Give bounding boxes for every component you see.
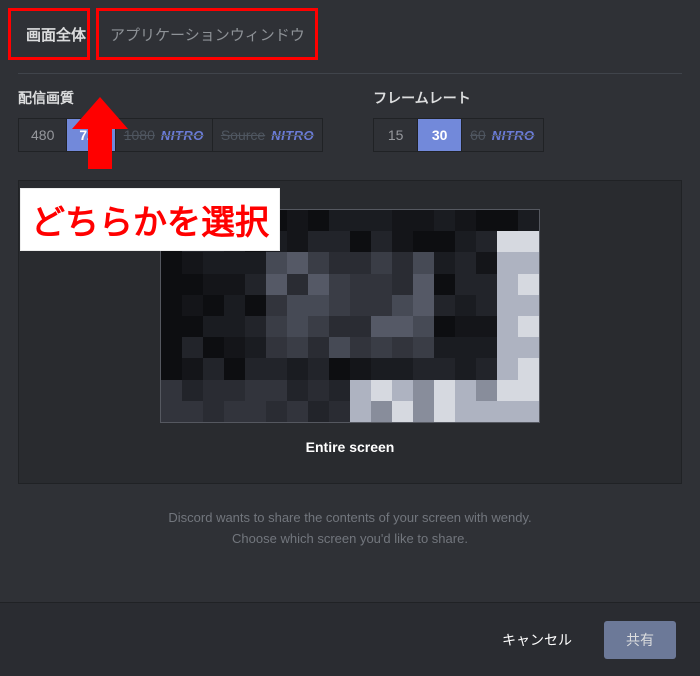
preview-area: Entire screen — [18, 180, 682, 484]
tab-entire-screen[interactable]: 画面全体 — [18, 18, 94, 51]
preview-caption: Entire screen — [79, 439, 621, 455]
nitro-badge-icon: NITRO — [271, 128, 314, 143]
fps-60-nitro[interactable]: 60 NITRO — [462, 119, 543, 151]
quality-label: 配信画質 — [18, 88, 323, 108]
quality-source-nitro[interactable]: Source NITRO — [213, 119, 322, 151]
fps-30[interactable]: 30 — [418, 119, 462, 151]
source-tabs: 画面全体 アプリケーションウィンドウ — [18, 18, 682, 51]
quality-1080-nitro[interactable]: 1080 NITRO — [116, 119, 213, 151]
quality-480[interactable]: 480 — [19, 119, 67, 151]
footer: キャンセル 共有 — [0, 602, 700, 676]
quality-source-text: Source — [221, 127, 265, 143]
fps-15[interactable]: 15 — [374, 119, 418, 151]
help-line-1: Discord wants to share the contents of y… — [18, 508, 682, 529]
tab-application-window[interactable]: アプリケーションウィンドウ — [102, 18, 313, 51]
share-button[interactable]: 共有 — [604, 621, 676, 659]
cancel-button[interactable]: キャンセル — [480, 621, 594, 659]
screen-thumbnail[interactable] — [160, 209, 540, 423]
help-text: Discord wants to share the contents of y… — [18, 508, 682, 550]
quality-720[interactable]: 720 — [67, 119, 115, 151]
quality-1080-text: 1080 — [124, 127, 155, 143]
nitro-badge-icon: NITRO — [161, 128, 204, 143]
fps-segmented: 15 30 60 NITRO — [373, 118, 544, 152]
fps-label: フレームレート — [373, 88, 544, 108]
help-line-2: Choose which screen you'd like to share. — [18, 529, 682, 550]
nitro-badge-icon: NITRO — [492, 128, 535, 143]
fps-60-text: 60 — [470, 127, 486, 143]
divider — [18, 73, 682, 74]
quality-segmented: 480 720 1080 NITRO Source NITRO — [18, 118, 323, 152]
